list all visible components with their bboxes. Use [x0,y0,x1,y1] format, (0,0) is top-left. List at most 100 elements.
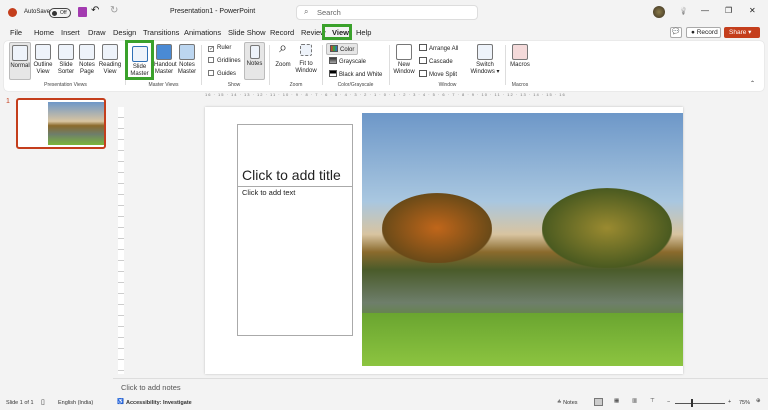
slide-master-button[interactable]: Slide Master [125,40,154,80]
record-button[interactable]: ● Record [686,27,721,38]
slide-sorter-button[interactable]: Slide Sorter [55,44,77,76]
status-bar: Slide 1 of 1 ▯ English (India) ♿ Accessi… [0,396,768,410]
tab-record[interactable]: Record [270,28,294,37]
record-label: Record [696,29,718,36]
gridlines-checkbox[interactable]: Gridlines [208,57,241,64]
switch-windows-icon [477,44,493,60]
notes-pane[interactable]: Click to add notes [113,378,768,394]
group-label: Macros [511,82,529,88]
autosave-label: AutoSave [24,9,51,15]
reading-view-button[interactable]: Reading View [98,44,122,76]
macros-icon [512,44,528,60]
notes-button[interactable]: Notes [244,42,265,80]
zoom-out-button[interactable]: − [667,399,670,405]
language[interactable]: English (India) [58,400,93,406]
notes-master-button[interactable]: Notes Master [176,44,198,76]
minimize-button[interactable]: — [701,6,709,15]
normal-view-icon[interactable] [594,398,603,406]
comments-icon[interactable]: 💬 [670,27,682,38]
accessibility-icon: ♿ [117,399,124,405]
notes-page-icon [79,44,95,60]
tab-design[interactable]: Design [113,28,136,37]
tab-slide-show[interactable]: Slide Show [228,28,266,37]
black-and-white-button[interactable]: Black and White [329,70,382,78]
tab-file[interactable]: File [10,28,22,37]
ruler-checkbox[interactable]: ✓ Ruler [208,45,231,52]
group-label: Show [227,82,241,88]
fit-to-window-button[interactable]: Fit to Window [294,44,318,75]
slide-thumbnail[interactable] [16,98,106,149]
reading-view-icon[interactable]: ▥ [632,398,637,404]
guides-checkbox[interactable]: Guides [208,70,236,77]
zoom-button[interactable]: ⌕ Zoom [272,39,294,69]
tab-draw[interactable]: Draw [88,28,106,37]
fit-slide-icon[interactable]: ⊕ [756,398,761,404]
cascade-button[interactable]: Cascade [419,57,453,65]
zoom-slider[interactable] [675,403,725,404]
notes-toggle[interactable]: ≙ Notes [557,400,578,406]
vertical-ruler [118,107,124,374]
zoom-in-button[interactable]: + [728,399,731,405]
zoom-level[interactable]: 75% [739,400,750,406]
save-icon[interactable] [78,7,87,17]
tab-insert[interactable]: Insert [61,28,80,37]
avatar[interactable] [653,6,665,18]
body-placeholder[interactable]: Click to add text [242,188,295,197]
search-input[interactable]: Search [296,5,478,20]
zoom-slider-thumb[interactable] [691,399,693,407]
normal-view-icon [12,45,28,61]
slideshow-icon[interactable]: ⊤ [650,398,655,404]
tab-animations[interactable]: Animations [184,28,221,37]
horizontal-ruler: 16 · 15 · 14 · 13 · 12 · 11 · 10 · 9 · 8… [205,92,566,97]
group-label: Master Views [148,82,179,88]
switch-windows-button[interactable]: Switch Windows ▾ [469,44,501,76]
text-placeholder[interactable]: Click to add title Click to add text [237,124,353,336]
handout-master-icon [156,44,172,60]
share-label: Share [729,29,747,36]
slide-sorter-icon [58,44,74,60]
tab-help[interactable]: Help [356,28,371,37]
thumbnail-number: 1 [6,98,10,105]
search-icon: ⌕ [304,7,309,16]
collapse-ribbon-icon[interactable]: ⌃ [750,80,755,87]
accessibility-status[interactable]: Accessibility: Investigate [126,400,192,406]
group-label: Window [438,82,457,88]
new-window-button[interactable]: New Window [392,44,416,76]
slide-sorter-icon[interactable]: ▦ [614,398,619,404]
notes-icon [249,45,260,59]
group-label: Presentation Views [44,82,87,88]
landscape-picture[interactable] [362,113,683,366]
redo-icon[interactable]: ↻ [110,5,118,16]
spellcheck-icon[interactable]: ▯ [41,398,45,406]
lightbulb-icon[interactable]: 💡 [679,7,688,15]
outline-view-icon [35,44,51,60]
magnifier-icon: ⌕ [279,39,287,55]
move-split-button[interactable]: Move Split [419,70,457,78]
undo-icon[interactable]: ↶ [91,5,99,16]
slide-counter: Slide 1 of 1 [6,400,34,406]
autosave-toggle[interactable]: Off [49,8,71,18]
macros-button[interactable]: Macros [508,44,532,69]
ribbon-tabs: File Home Insert Draw Design Transitions… [0,24,768,40]
share-button[interactable]: Share ▾ [724,27,760,38]
handout-master-button[interactable]: Handout Master [154,44,177,76]
tab-home[interactable]: Home [34,28,54,37]
title-placeholder[interactable]: Click to add title [242,167,341,183]
fit-window-icon [300,44,312,56]
document-title: Presentation1 - PowerPoint [170,8,256,15]
notes-page-button[interactable]: Notes Page [77,44,97,76]
tab-transitions[interactable]: Transitions [143,28,179,37]
view-tab-highlight [322,24,352,40]
powerpoint-logo-icon [8,8,17,17]
group-label: Zoom [289,82,303,88]
notes-master-icon [179,44,195,60]
group-label: Color/Grayscale [337,82,374,88]
normal-view-button[interactable]: Normal [9,42,31,80]
color-button[interactable]: Color [326,43,359,55]
close-button[interactable]: ✕ [749,6,756,15]
reading-view-icon [102,44,118,60]
arrange-all-button[interactable]: Arrange All [419,44,458,52]
restore-button[interactable]: ❐ [725,6,732,15]
grayscale-button[interactable]: Grayscale [329,57,366,65]
outline-view-button[interactable]: Outline View [32,44,54,76]
